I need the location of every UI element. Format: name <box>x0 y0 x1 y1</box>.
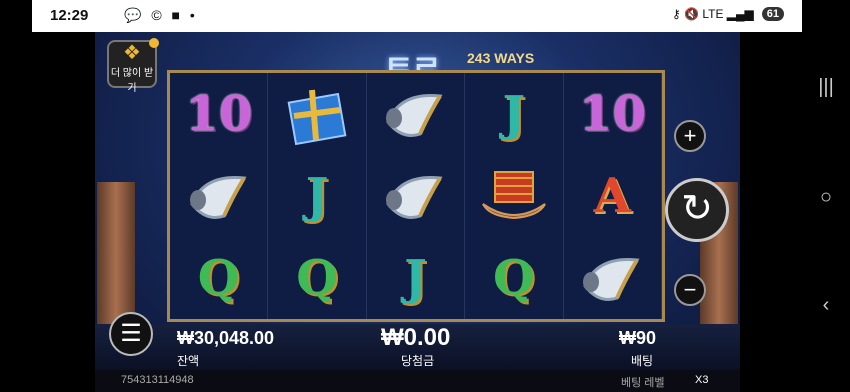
symbol-a: A <box>564 155 662 237</box>
win-label: 당첨금 <box>401 354 435 368</box>
drinking-horn-icon <box>367 155 466 237</box>
symbol-j: J <box>465 73 564 155</box>
footer-bar: 754313114948 베팅 레벨 X3 <box>95 370 740 392</box>
symbol-j: J <box>268 155 367 237</box>
slot-game: 토르 243 WAYS ❖ 더 많이 받기 10J10JAQQJQ + ↻ − … <box>95 32 740 392</box>
drinking-horn-icon <box>564 237 662 319</box>
info-bar: ₩30,048.00 잔액 ₩0.00 당첨금 ₩90 배팅 <box>95 324 740 370</box>
bet-level-value: X3 <box>695 374 709 386</box>
recent-apps-icon[interactable]: ||| <box>814 76 838 99</box>
notification-icons: 💬 © ■ • <box>124 7 198 23</box>
gift-icon: ❖ <box>123 42 141 64</box>
symbol-q: Q <box>465 237 564 319</box>
drinking-horn-icon <box>170 155 269 237</box>
reel-grid[interactable]: 10 J 10 J A Q Q J Q <box>167 70 665 322</box>
more-rewards-button[interactable]: ❖ 더 많이 받기 <box>107 38 159 94</box>
status-bar: 12:29 💬 © ■ • ⚷ 🔇 LTE ▂▄▆ 61 <box>32 0 802 32</box>
home-icon[interactable]: ○ <box>814 186 838 209</box>
symbol-j: J <box>367 237 466 319</box>
battery-icon: 61 <box>761 7 784 21</box>
balance-value: ₩30,048.00 <box>177 328 275 348</box>
win-value: ₩0.00 <box>381 324 451 351</box>
spin-button[interactable]: ↻ <box>665 178 729 242</box>
system-status-icons: ⚷ 🔇 LTE ▂▄▆ <box>671 7 754 21</box>
balance-label: 잔액 <box>177 354 200 368</box>
bet-level-label: 베팅 레벨 <box>621 377 665 389</box>
status-time: 12:29 <box>50 7 89 24</box>
gift-box-icon <box>268 73 367 155</box>
viking-ship-icon <box>465 155 564 237</box>
symbol-10: 10 <box>170 73 269 155</box>
bet-label: 배팅 <box>631 354 654 368</box>
drinking-horn-icon <box>367 73 466 155</box>
increase-bet-button[interactable]: + <box>674 120 706 152</box>
session-id: 754313114948 <box>121 374 194 386</box>
decrease-bet-button[interactable]: − <box>674 274 706 306</box>
ways-label: 243 WAYS <box>467 50 535 66</box>
more-rewards-label: 더 많이 받기 <box>110 68 154 94</box>
symbol-q: Q <box>268 237 367 319</box>
back-icon[interactable]: ‹ <box>814 294 838 317</box>
bet-value: ₩90 <box>619 328 657 348</box>
notification-dot <box>149 38 159 48</box>
symbol-q: Q <box>170 237 269 319</box>
menu-button[interactable]: ☰ <box>109 312 153 356</box>
android-nav-bar: ||| ○ ‹ <box>802 32 850 392</box>
symbol-10: 10 <box>564 73 662 155</box>
